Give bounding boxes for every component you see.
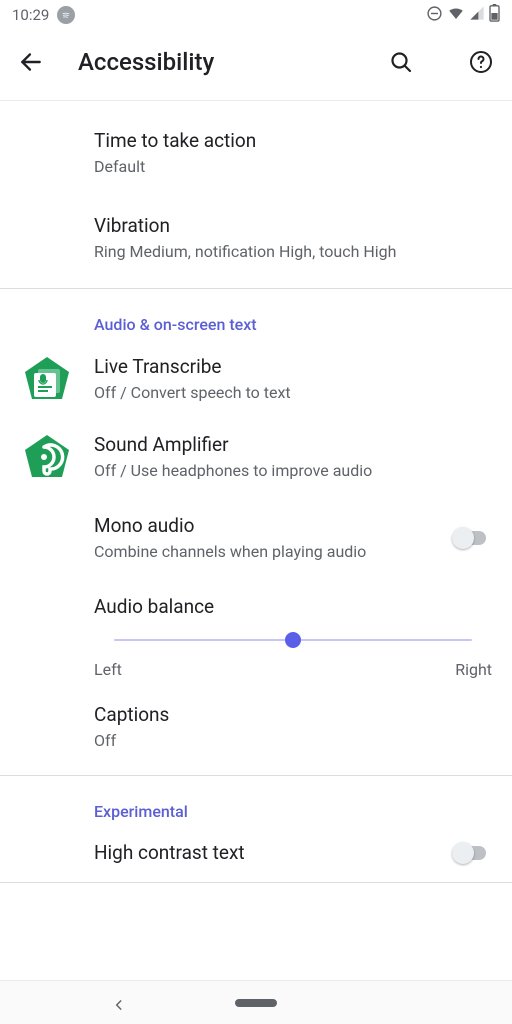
setting-high-contrast-text[interactable]: High contrast text bbox=[0, 827, 512, 882]
app-bar: Accessibility bbox=[0, 30, 512, 94]
setting-time-to-take-action[interactable]: Time to take action Default bbox=[0, 101, 512, 196]
nav-home-pill[interactable] bbox=[235, 999, 277, 1007]
section-header-audio: Audio & on-screen text bbox=[0, 289, 512, 340]
setting-title: Mono audio bbox=[94, 514, 436, 537]
mono-audio-switch[interactable] bbox=[452, 527, 490, 549]
setting-subtitle: Off / Use headphones to improve audio bbox=[94, 460, 492, 482]
setting-title: High contrast text bbox=[94, 841, 436, 864]
do-not-disturb-icon bbox=[426, 5, 443, 26]
setting-title: Time to take action bbox=[94, 129, 492, 152]
setting-subtitle: Default bbox=[94, 156, 492, 178]
live-transcribe-icon bbox=[22, 354, 72, 404]
setting-subtitle: Off bbox=[94, 730, 492, 752]
status-time: 10:29 bbox=[12, 6, 49, 24]
spotify-icon bbox=[57, 6, 75, 24]
setting-mono-audio[interactable]: Mono audio Combine channels when playing… bbox=[0, 496, 512, 581]
setting-sound-amplifier[interactable]: Sound Amplifier Off / Use headphones to … bbox=[0, 418, 512, 496]
system-nav-bar bbox=[0, 980, 512, 1024]
audio-balance-slider[interactable] bbox=[94, 630, 492, 650]
slider-label-right: Right bbox=[455, 660, 492, 679]
nav-back-icon[interactable] bbox=[112, 997, 126, 1016]
setting-vibration[interactable]: Vibration Ring Medium, notification High… bbox=[0, 196, 512, 289]
slider-thumb[interactable] bbox=[285, 632, 301, 648]
signal-icon bbox=[469, 5, 485, 25]
setting-title: Vibration bbox=[94, 214, 492, 237]
setting-title: Sound Amplifier bbox=[94, 433, 492, 456]
status-bar: 10:29 bbox=[0, 0, 512, 30]
sound-amplifier-icon bbox=[22, 432, 72, 482]
section-header-experimental: Experimental bbox=[0, 776, 512, 827]
page-title: Accessibility bbox=[78, 48, 354, 76]
setting-audio-balance[interactable]: Audio balance Left Right bbox=[0, 581, 512, 689]
setting-title: Captions bbox=[94, 703, 492, 726]
divider bbox=[0, 882, 512, 883]
battery-icon bbox=[489, 4, 500, 26]
setting-subtitle: Off / Convert speech to text bbox=[94, 382, 492, 404]
help-button[interactable] bbox=[468, 49, 494, 75]
high-contrast-switch[interactable] bbox=[452, 842, 490, 864]
slider-label-left: Left bbox=[94, 660, 122, 679]
back-button[interactable] bbox=[18, 49, 44, 75]
setting-captions[interactable]: Captions Off bbox=[0, 689, 512, 776]
setting-title: Audio balance bbox=[94, 595, 492, 618]
wifi-icon bbox=[447, 4, 465, 26]
setting-live-transcribe[interactable]: Live Transcribe Off / Convert speech to … bbox=[0, 340, 512, 418]
search-button[interactable] bbox=[388, 49, 414, 75]
setting-subtitle: Combine channels when playing audio bbox=[94, 541, 436, 563]
setting-subtitle: Ring Medium, notification High, touch Hi… bbox=[94, 241, 492, 263]
setting-title: Live Transcribe bbox=[94, 355, 492, 378]
